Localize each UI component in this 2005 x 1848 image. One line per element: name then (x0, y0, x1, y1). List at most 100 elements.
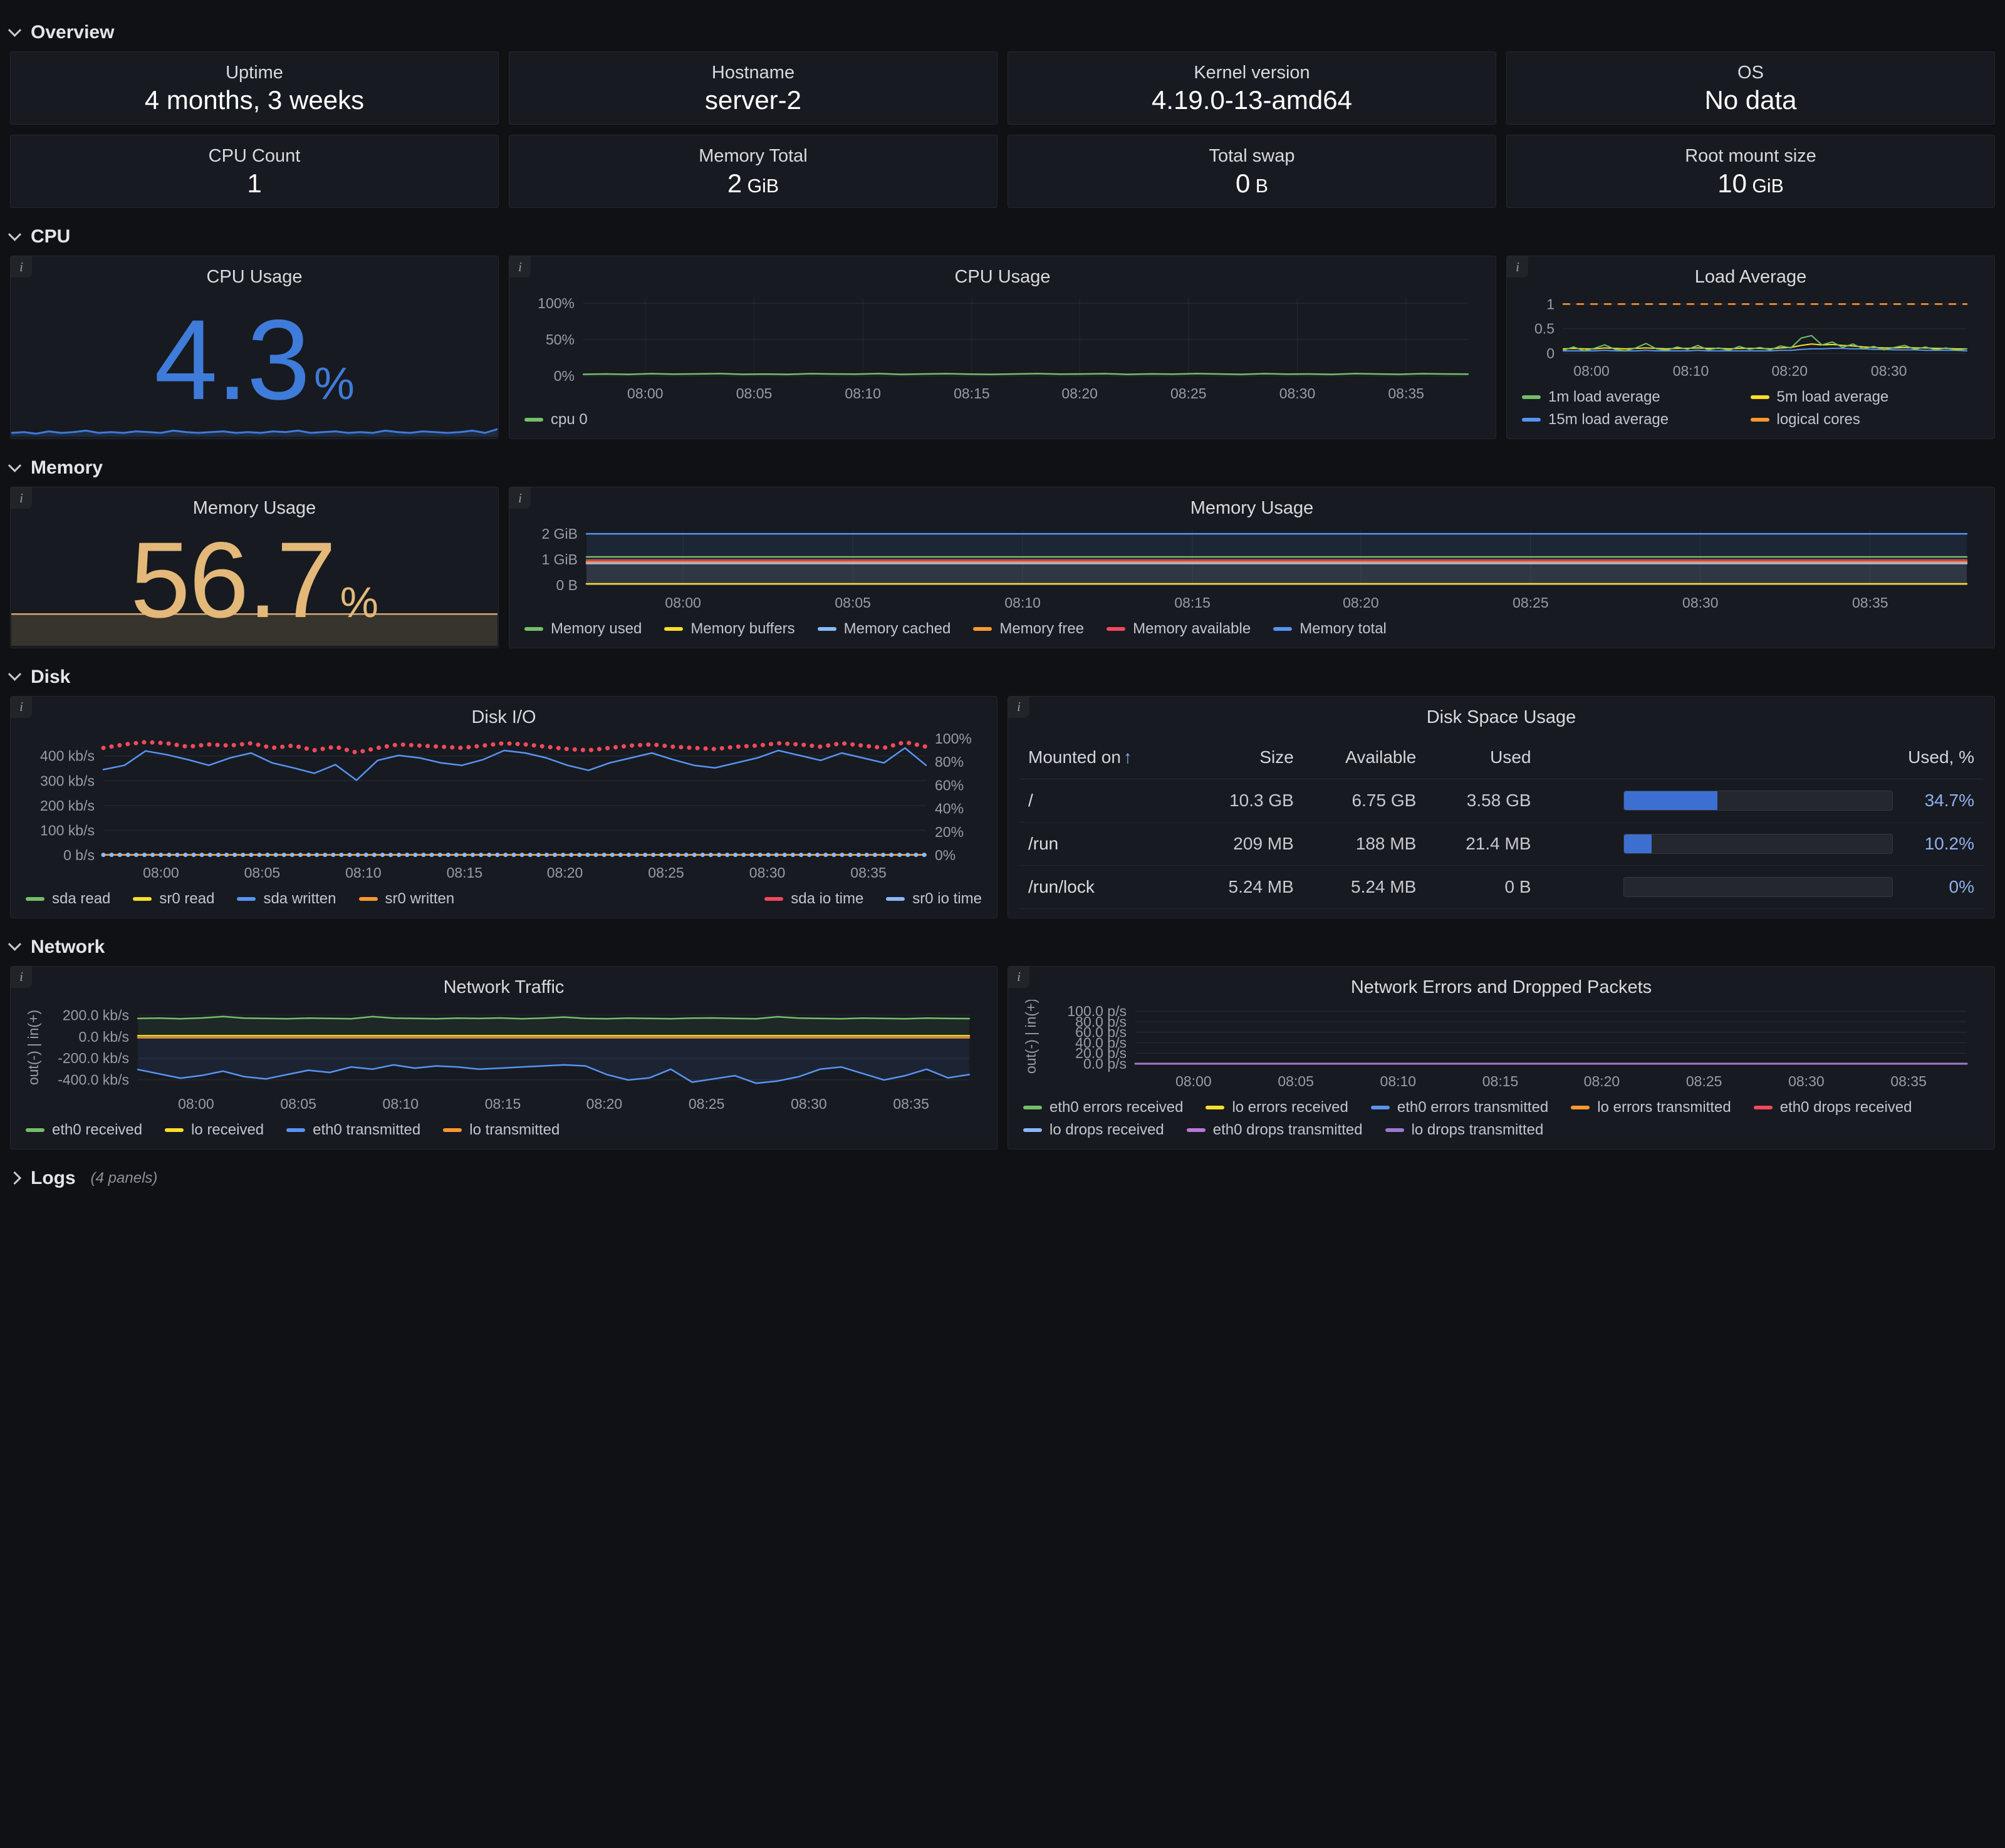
legend-item[interactable]: Memory available (1107, 620, 1251, 638)
legend-item[interactable]: sda io time (764, 890, 863, 908)
info-icon[interactable]: i (11, 256, 32, 278)
info-icon[interactable]: i (11, 697, 32, 718)
col-used[interactable]: Used (1425, 736, 1539, 779)
panel-title[interactable]: Hostname (521, 61, 986, 85)
panel-title[interactable]: CPU Usage (521, 265, 1484, 289)
panel-title[interactable]: Network Errors and Dropped Packets (1019, 975, 1983, 1000)
panel-title[interactable]: Disk I/O (22, 705, 986, 730)
info-icon[interactable]: i (1008, 967, 1029, 988)
svg-text:0.0 kb/s: 0.0 kb/s (78, 1029, 129, 1045)
legend-item[interactable]: eth0 errors transmitted (1371, 1099, 1548, 1116)
table-row: /run/lock5.24 MB5.24 MB0 B0% (1019, 865, 1983, 908)
svg-text:08:00: 08:00 (143, 864, 179, 881)
section-header-network[interactable]: Network (10, 928, 1995, 966)
col-available[interactable]: Available (1303, 736, 1425, 779)
svg-text:60%: 60% (935, 777, 964, 793)
legend-item[interactable]: eth0 received (26, 1121, 142, 1139)
legend-item[interactable]: lo received (165, 1121, 264, 1139)
stat-value: 1 (22, 169, 487, 199)
col-size[interactable]: Size (1188, 736, 1303, 779)
svg-text:100 kb/s: 100 kb/s (40, 822, 95, 838)
legend-item[interactable]: lo errors received (1206, 1099, 1348, 1116)
svg-text:0%: 0% (554, 368, 575, 384)
svg-text:08:20: 08:20 (1584, 1073, 1620, 1089)
info-icon[interactable]: i (509, 256, 531, 278)
mount-cell[interactable]: / (1019, 779, 1188, 822)
legend-label: eth0 errors transmitted (1397, 1099, 1548, 1116)
legend-item[interactable]: lo drops transmitted (1385, 1121, 1544, 1139)
disk-io-chart[interactable]: 08:0008:0508:1008:1508:2008:2508:3008:35… (22, 730, 986, 885)
svg-text:08:05: 08:05 (244, 864, 281, 881)
svg-text:1: 1 (1546, 296, 1555, 313)
section-header-logs[interactable]: Logs (4 panels) (10, 1160, 1995, 1197)
panel-memory-usage-graph: i Memory Usage 08:0008:0508:1008:1508:20… (509, 487, 1995, 648)
panel-title[interactable]: Disk Space Usage (1019, 705, 1983, 730)
usage-pct-value: 0% (1905, 877, 1974, 897)
panel-title[interactable]: Network Traffic (22, 975, 986, 1000)
legend-series-color (764, 897, 783, 901)
info-icon[interactable]: i (11, 967, 32, 988)
memory-usage-chart[interactable]: 08:0008:0508:1008:1508:2008:2508:3008:35… (521, 521, 1983, 615)
panel-title[interactable]: CPU Usage (22, 265, 487, 289)
mount-cell[interactable]: /run (1019, 822, 1188, 865)
cpu-row: i CPU Usage 4.3% i CPU Usage 08:0008:050… (10, 256, 1995, 439)
legend-item[interactable]: 1m load average (1522, 388, 1728, 406)
size-cell: 5.24 MB (1188, 865, 1303, 908)
legend-item[interactable]: sda written (237, 890, 336, 908)
panel-title[interactable]: CPU Count (22, 144, 487, 169)
stat-value: 2 GiB (521, 169, 986, 199)
panel-title[interactable]: Root mount size (1518, 144, 1983, 169)
legend-item[interactable]: Memory total (1273, 620, 1387, 638)
section-header-memory[interactable]: Memory (10, 449, 1995, 487)
legend-series-color (664, 627, 683, 631)
legend-series-color (1522, 395, 1541, 399)
panel-title[interactable]: OS (1518, 61, 1983, 85)
network-errors-chart[interactable]: 08:0008:0508:1008:1508:2008:2508:3008:35… (1019, 1000, 1983, 1094)
legend-item[interactable]: 15m load average (1522, 411, 1728, 428)
legend-item[interactable]: sr0 read (133, 890, 214, 908)
col-used-pct[interactable]: Used, % (1540, 736, 1983, 779)
panel-title[interactable]: Memory Usage (521, 496, 1983, 521)
legend-item[interactable]: sr0 io time (886, 890, 982, 908)
legend-item[interactable]: eth0 drops transmitted (1187, 1121, 1363, 1139)
panel-title[interactable]: Memory Total (521, 144, 986, 169)
panel-title[interactable]: Load Average (1518, 265, 1983, 289)
legend-item[interactable]: Memory cached (818, 620, 951, 638)
legend-item[interactable]: sr0 written (359, 890, 455, 908)
panel-title[interactable]: Kernel version (1019, 61, 1484, 85)
panel-title[interactable]: Total swap (1019, 144, 1484, 169)
info-icon[interactable]: i (1008, 697, 1029, 718)
legend-item[interactable]: eth0 errors received (1023, 1099, 1183, 1116)
panel-title[interactable]: Uptime (22, 61, 487, 85)
legend-item[interactable]: cpu 0 (524, 411, 588, 428)
legend-item[interactable]: Memory free (973, 620, 1084, 638)
mount-cell[interactable]: /run/lock (1019, 865, 1188, 908)
legend-item[interactable]: eth0 transmitted (286, 1121, 420, 1139)
cpu-usage-chart[interactable]: 08:0008:0508:1008:1508:2008:2508:3008:35… (521, 289, 1484, 406)
info-icon[interactable]: i (1507, 256, 1528, 278)
panel-title[interactable]: Memory Usage (22, 496, 487, 521)
info-icon[interactable]: i (509, 487, 531, 509)
legend-item[interactable]: Memory used (524, 620, 642, 638)
stat-panel-os: OS No data (1506, 51, 1995, 125)
legend-item[interactable]: logical cores (1751, 411, 1957, 428)
legend-item[interactable]: lo transmitted (443, 1121, 560, 1139)
legend-item[interactable]: lo drops received (1023, 1121, 1164, 1139)
table-row: /10.3 GB6.75 GB3.58 GB34.7% (1019, 779, 1983, 822)
legend-series-color (237, 897, 256, 901)
legend-item[interactable]: Memory buffers (664, 620, 794, 638)
panel-disk-space-usage: i Disk Space Usage Mounted on↑ Size Avai… (1008, 696, 1995, 918)
load-average-chart[interactable]: 08:0008:1008:2008:3000.51 (1518, 289, 1983, 383)
legend-item[interactable]: sda read (26, 890, 110, 908)
svg-text:200.0 kb/s: 200.0 kb/s (63, 1007, 129, 1023)
legend-item[interactable]: lo errors transmitted (1571, 1099, 1731, 1116)
legend-item[interactable]: 5m load average (1751, 388, 1957, 406)
section-header-cpu[interactable]: CPU (10, 218, 1995, 256)
info-icon[interactable]: i (11, 487, 32, 509)
legend-item[interactable]: eth0 drops received (1754, 1099, 1912, 1116)
col-mounted-on[interactable]: Mounted on↑ (1019, 736, 1188, 779)
section-header-overview[interactable]: Overview (10, 14, 1995, 51)
network-traffic-chart[interactable]: 08:0008:0508:1008:1508:2008:2508:3008:35… (22, 1000, 986, 1116)
section-header-disk[interactable]: Disk (10, 658, 1995, 696)
svg-text:0%: 0% (935, 847, 956, 863)
